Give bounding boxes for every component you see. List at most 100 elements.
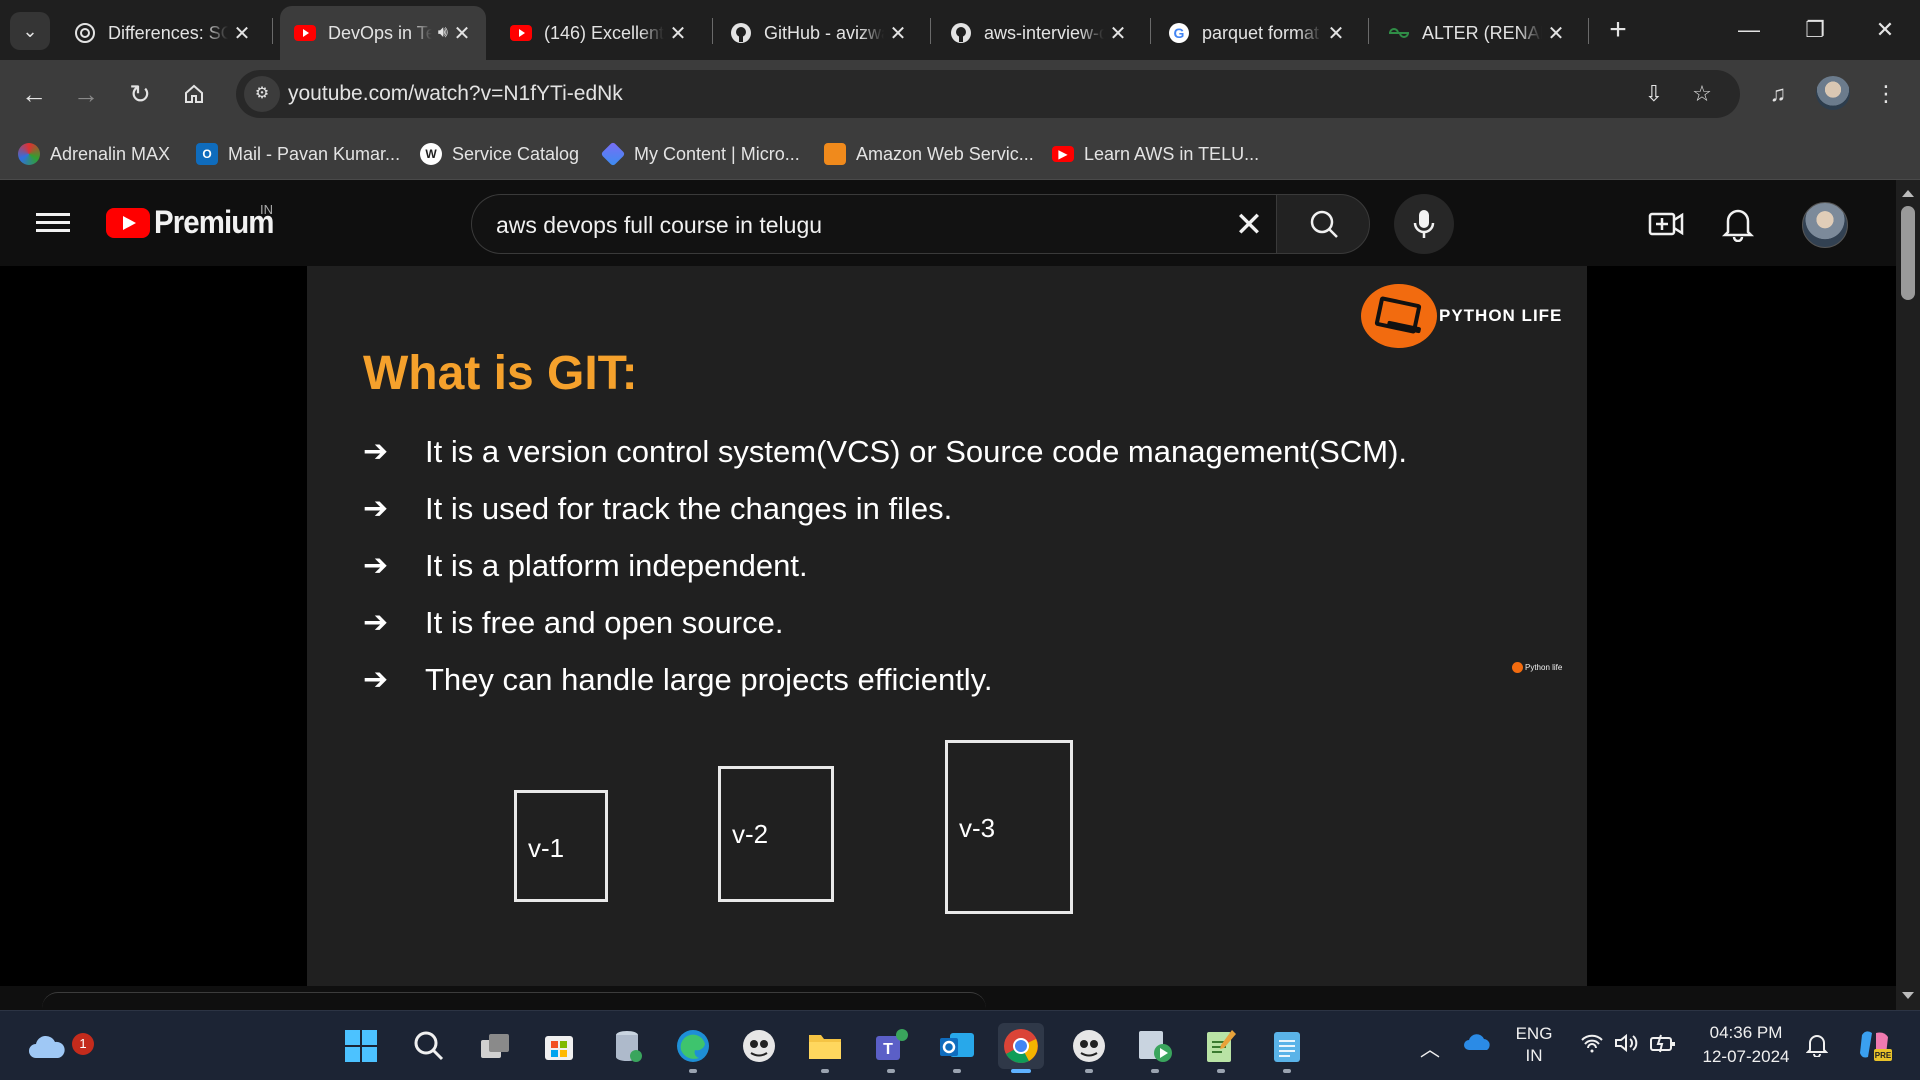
close-tab-icon[interactable]: ✕ xyxy=(1322,21,1350,46)
tab-search-button[interactable]: ⌄ xyxy=(10,12,50,50)
new-tab-button[interactable]: + xyxy=(1600,12,1636,48)
search-box[interactable]: aws devops full course in telugu ✕ xyxy=(471,194,1277,254)
search-icon xyxy=(1310,210,1338,238)
servicecatalog-icon: W xyxy=(420,143,442,165)
database-app-button[interactable] xyxy=(604,1023,650,1069)
taskbar-app-button[interactable] xyxy=(736,1023,782,1069)
speaker-icon[interactable]: 🔊︎ xyxy=(438,24,448,42)
minimize-button[interactable]: — xyxy=(1724,10,1774,50)
tab-differences[interactable]: Differences: SQL vs NoSQL ✕ xyxy=(60,6,266,60)
voice-search-button[interactable] xyxy=(1394,194,1454,254)
microsoft-store-button[interactable] xyxy=(536,1023,582,1069)
bookmark-aws[interactable]: Amazon Web Servic... xyxy=(824,140,1034,168)
more-vert-icon: ⋮ xyxy=(1875,81,1897,106)
search-input[interactable]: aws devops full course in telugu xyxy=(496,212,822,239)
channel-watermark[interactable]: Python life xyxy=(1512,662,1562,673)
close-tab-icon[interactable]: ✕ xyxy=(228,21,256,46)
start-button[interactable] xyxy=(338,1023,384,1069)
close-tab-icon[interactable]: ✕ xyxy=(448,21,476,46)
youtube-logo-icon[interactable] xyxy=(106,208,150,238)
version-box-3: v-3 xyxy=(945,740,1073,914)
outlook-button[interactable] xyxy=(934,1023,980,1073)
media-control-button[interactable]: ♫ xyxy=(1758,74,1798,114)
edge-button[interactable] xyxy=(670,1023,716,1073)
battery-button[interactable] xyxy=(1650,1033,1676,1058)
volume-button[interactable] xyxy=(1614,1033,1640,1058)
show-hidden-icons-button[interactable]: ︿ xyxy=(1420,1033,1440,1062)
language-indicator[interactable]: ENG IN xyxy=(1512,1023,1556,1067)
restore-button[interactable]: ❐ xyxy=(1790,10,1840,50)
tab-github-avizway[interactable]: GitHub - avizway ✕ xyxy=(716,6,922,60)
taskbar-search-button[interactable] xyxy=(406,1023,452,1069)
bookmarks-bar: Adrenalin MAX O Mail - Pavan Kumar... W … xyxy=(0,128,1920,180)
taskbar-app-button[interactable] xyxy=(1066,1023,1112,1073)
create-button[interactable] xyxy=(1648,206,1684,242)
guide-menu-button[interactable] xyxy=(36,208,70,238)
tab-parquet[interactable]: G parquet format ✕ xyxy=(1154,6,1360,60)
install-app-icon[interactable]: ⇩ xyxy=(1638,78,1670,110)
scroll-down-icon[interactable] xyxy=(1902,992,1914,999)
bookmark-service-catalog[interactable]: W Service Catalog xyxy=(420,140,579,168)
bookmark-adrenalin[interactable]: Adrenalin MAX xyxy=(18,140,170,168)
back-button[interactable]: ← xyxy=(14,74,54,114)
bookmark-learn-aws[interactable]: ▶ Learn AWS in TELU... xyxy=(1052,140,1259,168)
copilot-button[interactable]: PRE xyxy=(1856,1027,1892,1068)
store-icon xyxy=(545,1036,573,1060)
task-view-icon xyxy=(481,1034,509,1058)
running-indicator xyxy=(1217,1069,1225,1073)
youtube-premium-logo[interactable]: Premium xyxy=(154,204,274,241)
chrome-menu-button[interactable]: ⋮ xyxy=(1866,74,1906,114)
video-player[interactable]: PYTHON LIFE What is GIT: ➔ It is a versi… xyxy=(307,266,1587,986)
app-icon xyxy=(743,1030,775,1062)
onedrive-tray-button[interactable] xyxy=(1464,1033,1492,1056)
notification-center-button[interactable] xyxy=(1805,1033,1829,1062)
scroll-up-icon[interactable] xyxy=(1902,190,1914,197)
teams-button[interactable]: T xyxy=(868,1023,914,1073)
task-view-button[interactable] xyxy=(472,1023,518,1069)
running-indicator xyxy=(821,1069,829,1073)
tab-alter-rename[interactable]: ALTER (RENAME) ✕ xyxy=(1374,6,1580,60)
profile-avatar[interactable] xyxy=(1816,76,1850,110)
clock[interactable]: 04:36 PM 12-07-2024 xyxy=(1696,1021,1796,1069)
close-window-button[interactable]: ✕ xyxy=(1860,10,1910,50)
clear-search-icon[interactable]: ✕ xyxy=(1229,205,1269,245)
close-tab-icon[interactable]: ✕ xyxy=(1104,21,1132,46)
python-life-small-icon xyxy=(1512,662,1523,673)
tab-aws-interview[interactable]: aws-interview-questions ✕ xyxy=(936,6,1142,60)
media-icon xyxy=(1139,1031,1172,1062)
close-tab-icon[interactable]: ✕ xyxy=(884,21,912,46)
reload-button[interactable]: ↻ xyxy=(120,74,160,114)
scrollbar-thumb[interactable] xyxy=(1901,206,1915,300)
forward-button[interactable]: → xyxy=(66,74,106,114)
bookmark-mail[interactable]: O Mail - Pavan Kumar... xyxy=(196,140,400,168)
address-bar[interactable]: ⚙︎ youtube.com/watch?v=N1fYTi-edNk ⇩ ☆ xyxy=(236,70,1740,118)
notes-button[interactable] xyxy=(1264,1023,1310,1073)
chrome-button[interactable] xyxy=(998,1023,1044,1073)
account-avatar[interactable] xyxy=(1802,202,1848,248)
weather-widget[interactable]: 1 xyxy=(24,1023,94,1069)
media-player-button[interactable] xyxy=(1132,1023,1178,1073)
bookmark-my-content[interactable]: My Content | Micro... xyxy=(600,140,800,168)
tab-separator xyxy=(272,18,273,44)
file-explorer-button[interactable] xyxy=(802,1023,848,1073)
bullet-item: ➔ They can handle large projects efficie… xyxy=(363,662,993,697)
copilot-icon: PRE xyxy=(1860,1031,1892,1061)
cloud-icon xyxy=(29,1035,65,1058)
notepad-plus-button[interactable] xyxy=(1198,1023,1244,1073)
page-scrollbar[interactable] xyxy=(1896,180,1920,1010)
home-button[interactable] xyxy=(174,74,214,114)
tab-devops[interactable]: DevOps in Telugu 🔊︎ ✕ xyxy=(280,6,486,60)
github-icon xyxy=(730,22,752,44)
svg-text:T: T xyxy=(883,1041,893,1058)
url-text[interactable]: youtube.com/watch?v=N1fYTi-edNk xyxy=(288,82,623,106)
bookmark-star-icon[interactable]: ☆ xyxy=(1686,78,1718,110)
notifications-button[interactable] xyxy=(1720,204,1756,243)
close-tab-icon[interactable]: ✕ xyxy=(664,21,692,46)
youtube-icon xyxy=(510,22,532,44)
search-button[interactable] xyxy=(1276,194,1370,254)
home-icon xyxy=(185,84,203,103)
network-button[interactable] xyxy=(1580,1033,1604,1058)
close-tab-icon[interactable]: ✕ xyxy=(1542,21,1570,46)
site-info-button[interactable]: ⚙︎ xyxy=(244,76,280,112)
tab-excellent[interactable]: (146) Excellent AWS ✕ xyxy=(496,6,702,60)
